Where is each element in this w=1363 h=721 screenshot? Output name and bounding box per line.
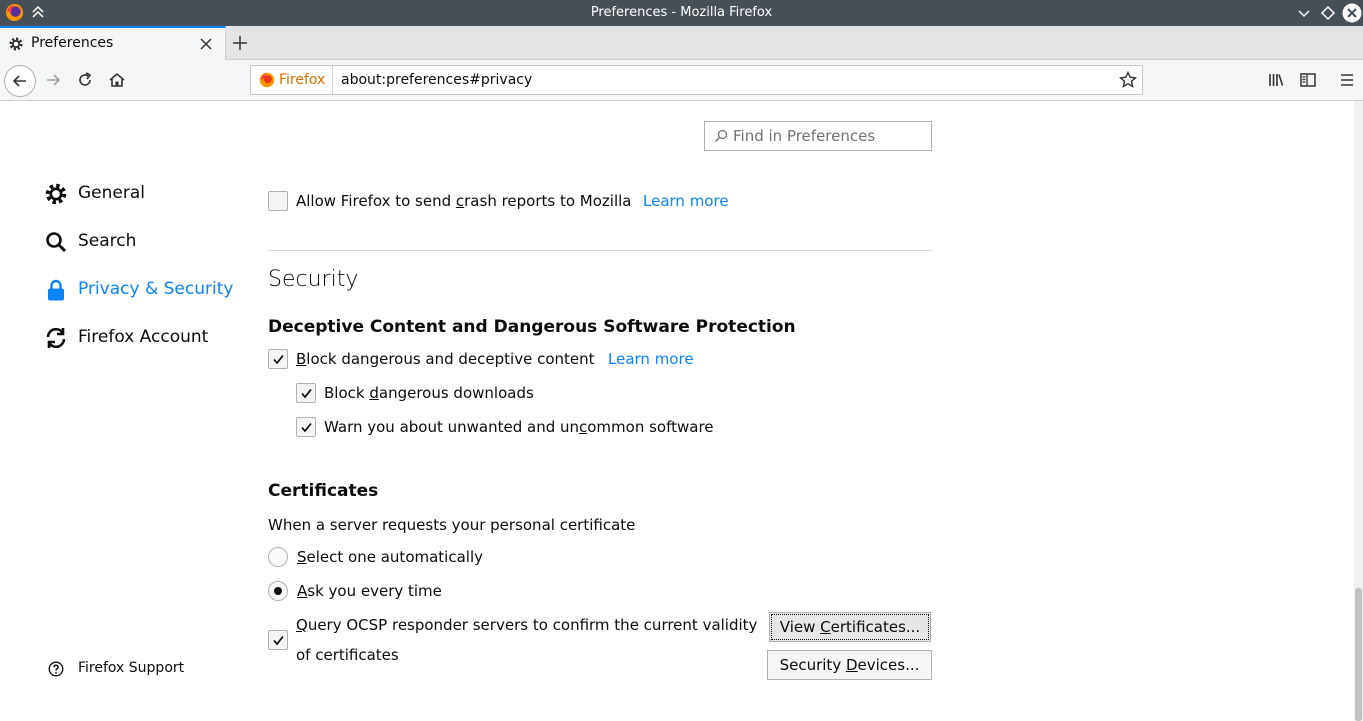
checkmark-icon	[273, 354, 284, 365]
page-scrollbar[interactable]	[1354, 101, 1363, 721]
back-arrow-icon	[12, 75, 26, 87]
support-label: Firefox Support	[78, 660, 185, 676]
view-certificates-button[interactable]: View Certificates...	[769, 612, 931, 642]
library-icon[interactable]	[1267, 71, 1285, 89]
ocsp-label-line2: of certificates	[296, 646, 399, 664]
checkmark-icon	[301, 422, 312, 433]
certificates-heading: Certificates	[268, 481, 379, 501]
url-bar[interactable]: Firefox about:preferences#privacy	[250, 65, 1143, 95]
sidebar-item-label: Firefox Account	[78, 327, 209, 347]
gear-icon	[45, 183, 67, 205]
ask-every-time-label: Ask you every time	[297, 582, 442, 600]
warn-unwanted-label: Warn you about unwanted and uncommon sof…	[324, 418, 714, 436]
select-automatically-label: Select one automatically	[297, 548, 483, 566]
menu-hamburger-icon[interactable]	[1338, 71, 1356, 89]
help-icon	[48, 661, 64, 677]
checkmark-icon	[301, 388, 312, 399]
deceptive-content-heading: Deceptive Content and Dangerous Software…	[268, 317, 796, 337]
ask-every-time-radio[interactable]	[268, 581, 288, 601]
search-placeholder: Find in Preferences	[733, 127, 876, 145]
preferences-page: Find in Preferences General Search Priva…	[0, 101, 1354, 721]
certificate-prompt-label: When a server requests your personal cer…	[268, 516, 636, 534]
scrollbar-thumb[interactable]	[1355, 588, 1362, 721]
find-in-preferences-input[interactable]: Find in Preferences	[704, 121, 932, 151]
search-icon	[714, 129, 728, 143]
sidebar-item-label: General	[78, 183, 145, 203]
block-downloads-checkbox[interactable]	[296, 383, 316, 403]
tab-strip: Preferences	[0, 26, 1363, 60]
ocsp-checkbox[interactable]	[268, 630, 288, 650]
gear-icon	[9, 37, 23, 51]
tab-label: Preferences	[31, 35, 114, 51]
back-button[interactable]	[4, 65, 36, 97]
identity-label: Firefox	[279, 72, 326, 88]
section-divider	[268, 250, 932, 251]
url-text[interactable]: about:preferences#privacy	[341, 72, 532, 88]
security-heading: Security	[268, 267, 359, 292]
forward-arrow-icon[interactable]	[44, 71, 62, 89]
firefox-logo-icon	[259, 72, 275, 88]
crash-reports-checkbox[interactable]	[268, 191, 288, 211]
warn-unwanted-checkbox[interactable]	[296, 417, 316, 437]
deceptive-learn-more-link[interactable]: Learn more	[608, 350, 694, 368]
checkmark-icon	[273, 635, 284, 646]
sidebar-item-label: Privacy & Security	[78, 279, 234, 299]
crash-learn-more-link[interactable]: Learn more	[643, 192, 729, 210]
ocsp-label-line1: Query OCSP responder servers to confirm …	[296, 616, 758, 634]
reload-icon[interactable]	[76, 71, 94, 89]
new-tab-icon[interactable]	[231, 34, 249, 52]
sidebar-toggle-icon[interactable]	[1299, 71, 1317, 89]
select-automatically-radio[interactable]	[268, 547, 288, 567]
minimize-icon[interactable]	[1295, 4, 1313, 22]
lock-icon	[48, 279, 64, 301]
navigation-toolbar: Firefox about:preferences#privacy	[0, 60, 1363, 101]
identity-box[interactable]: Firefox	[251, 66, 333, 94]
security-devices-button[interactable]: Security Devices...	[767, 650, 932, 680]
tab-preferences[interactable]: Preferences	[0, 26, 226, 60]
sync-icon	[46, 327, 66, 349]
bookmark-star-icon[interactable]	[1119, 71, 1137, 89]
block-deceptive-checkbox[interactable]	[268, 349, 288, 369]
crash-reports-label: Allow Firefox to send crash reports to M…	[296, 192, 632, 210]
window-title: Preferences - Mozilla Firefox	[590, 5, 773, 20]
sidebar-item-label: Search	[78, 231, 137, 251]
home-icon[interactable]	[108, 71, 126, 89]
search-icon	[46, 232, 67, 253]
close-window-icon[interactable]	[1342, 3, 1362, 23]
window-titlebar: Preferences - Mozilla Firefox	[0, 0, 1363, 26]
close-tab-icon[interactable]	[198, 36, 214, 52]
maximize-icon[interactable]	[1319, 4, 1337, 22]
block-downloads-label: Block dangerous downloads	[324, 384, 534, 402]
block-deceptive-label: Block dangerous and deceptive content	[296, 350, 595, 368]
